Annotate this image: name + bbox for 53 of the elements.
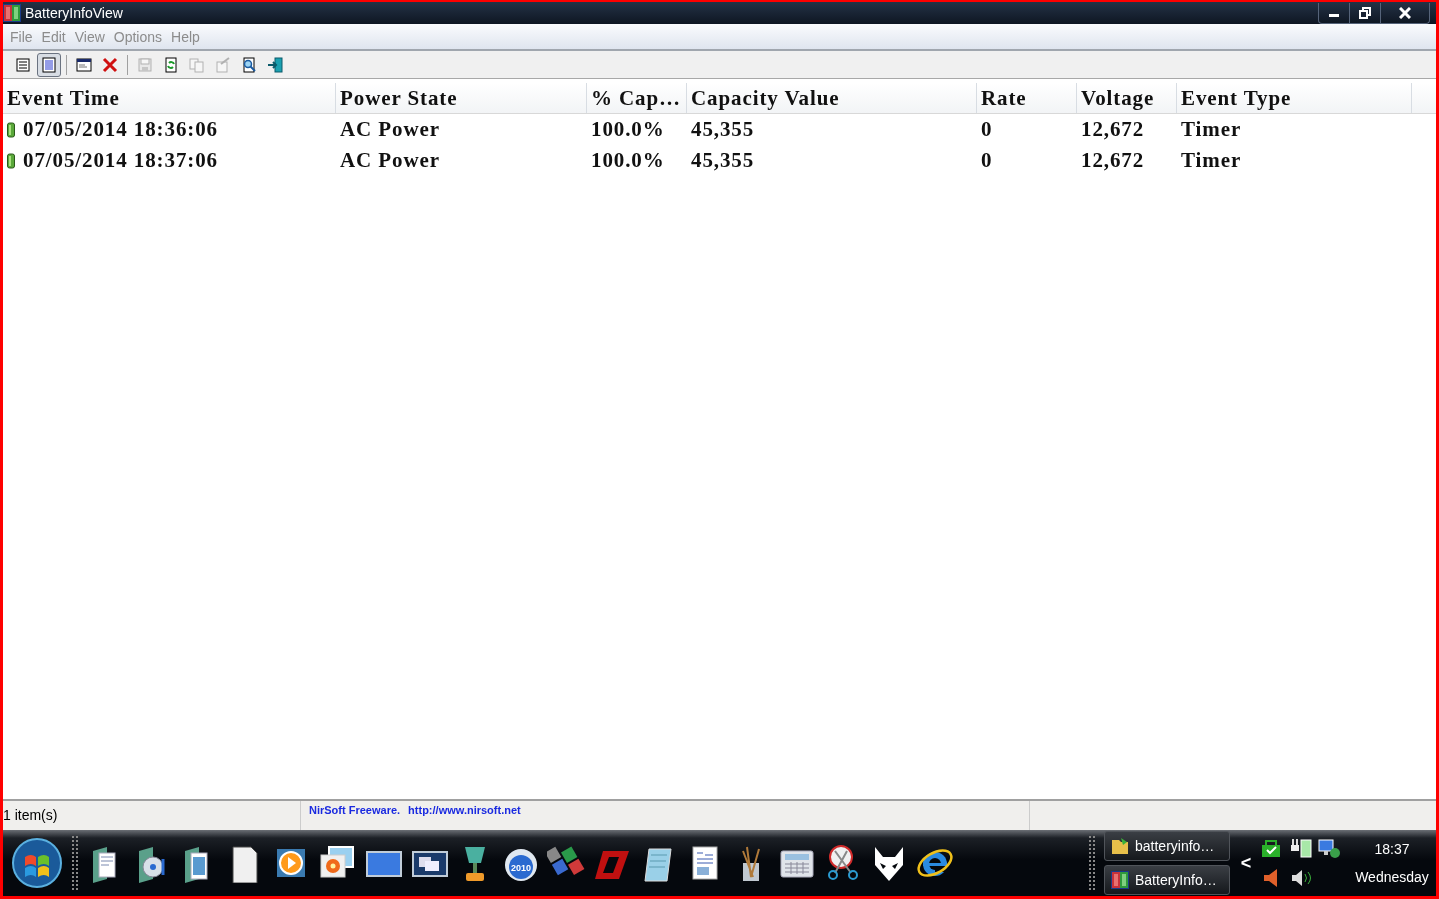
taskbar-window-button[interactable]: BatteryInfo… <box>1104 865 1230 895</box>
column-header[interactable]: Power State <box>336 83 587 113</box>
table-cell-text: 12,672 <box>1080 117 1146 142</box>
network-icon[interactable] <box>1318 837 1340 859</box>
battery-plug-icon[interactable] <box>1289 837 1313 859</box>
folder-icon <box>1111 836 1129 856</box>
column-header[interactable]: % Cap… <box>587 83 687 113</box>
delete-icon <box>102 56 118 73</box>
search-icon <box>241 56 257 73</box>
table-cell-text: Timer <box>1180 117 1243 142</box>
table-cell-text: AC Power <box>339 148 441 173</box>
table-cell-text: 45,355 <box>690 148 756 173</box>
column-header[interactable]: Voltage <box>1077 83 1177 113</box>
column-header[interactable]: Rate <box>977 83 1077 113</box>
show-hidden-icons-button[interactable]: < <box>1240 852 1252 874</box>
table-cell-text: 07/05/2014 18:36:06 <box>22 117 218 142</box>
table-cell-text: 0 <box>980 117 994 142</box>
credit-text: NirSoft Freeware. <box>309 804 401 816</box>
restore-icon <box>1359 6 1371 19</box>
speaker-icon[interactable] <box>1262 867 1280 889</box>
column-header[interactable]: Event Type <box>1177 83 1412 113</box>
column-header[interactable]: Event Time <box>3 83 336 113</box>
table-cell-text: 100.0% <box>590 148 666 173</box>
table-cell-text: 12,672 <box>1080 148 1146 173</box>
table-cell-text: 45,355 <box>690 117 756 142</box>
window-icon <box>76 56 92 73</box>
website-link[interactable]: http://www.nirsoft.net <box>408 804 521 816</box>
table-cell-text: 0 <box>980 148 994 173</box>
exit-icon <box>267 56 283 73</box>
clock-time[interactable]: 18:37 <box>1374 841 1410 857</box>
table-cell-text: AC Power <box>339 117 441 142</box>
start-button[interactable] <box>11 837 63 889</box>
window-title: BatteryInfoView <box>25 5 123 21</box>
minimize-icon <box>1329 14 1339 17</box>
properties-icon <box>215 56 231 73</box>
clock-day[interactable]: Wednesday <box>1355 869 1429 885</box>
battery-icon <box>7 121 15 138</box>
item-count: 1 item(s) <box>3 807 58 823</box>
table-cell-text: 100.0% <box>590 117 666 142</box>
column-header[interactable]: Capacity Value <box>687 83 977 113</box>
close-icon <box>1399 6 1411 19</box>
clipboard-icon <box>41 56 57 73</box>
app-icon <box>3 3 21 23</box>
list-icon <box>15 56 31 73</box>
table-cell-text: Timer <box>1180 148 1243 173</box>
app-icon <box>1111 870 1129 890</box>
taskbar-window-button[interactable]: batteryinfo… <box>1104 831 1230 861</box>
battery-icon <box>7 152 15 169</box>
volume-icon[interactable] <box>1290 868 1312 888</box>
table-cell-text: 07/05/2014 18:37:06 <box>22 148 218 173</box>
copy-icon <box>189 56 205 73</box>
refresh-icon <box>163 56 179 73</box>
save-icon <box>137 56 153 73</box>
